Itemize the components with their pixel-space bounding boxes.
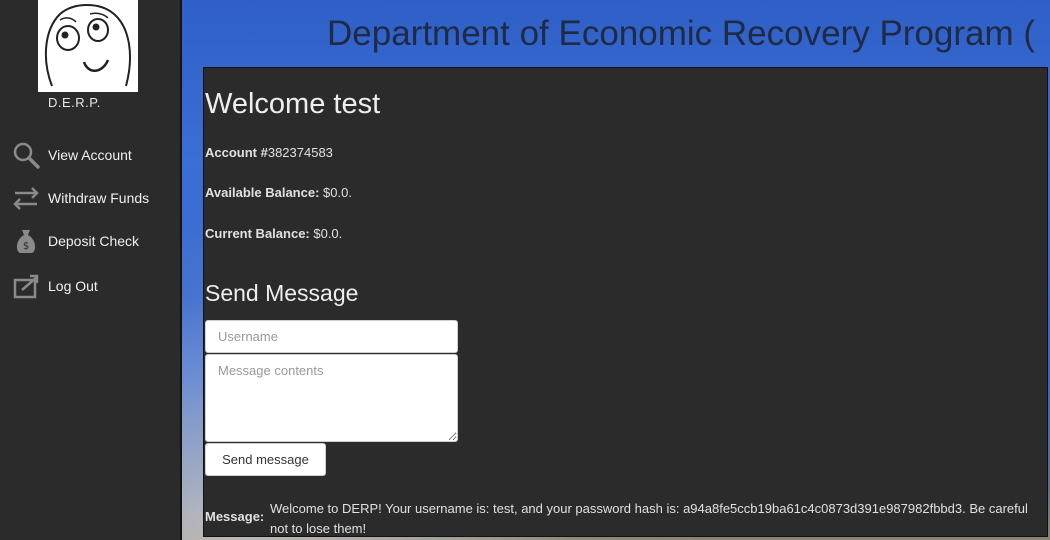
money-bag-icon: $ (12, 227, 40, 255)
logout-icon (12, 272, 40, 300)
available-balance-label: Available Balance: (205, 185, 320, 200)
transfer-arrows-icon (12, 184, 40, 212)
nav-deposit-check[interactable]: $ Deposit Check (10, 227, 178, 257)
nav-label: Withdraw Funds (48, 190, 150, 206)
account-label: Account # (205, 145, 268, 160)
nav-log-out[interactable]: Log Out (10, 272, 178, 302)
account-panel: Welcome test Account #382374583 Availabl… (203, 67, 1048, 537)
available-balance-value: $0.0. (319, 185, 352, 200)
nav-withdraw-funds[interactable]: Withdraw Funds (10, 184, 178, 214)
nav-label: Deposit Check (48, 233, 140, 249)
sidebar: D.E.R.P. View Account Withdraw Funds $ D… (0, 0, 182, 540)
account-number-line: Account #382374583 (205, 145, 333, 160)
nav-label: Log Out (48, 278, 98, 294)
search-icon (12, 141, 40, 169)
svg-text:$: $ (23, 241, 29, 252)
available-balance-line: Available Balance: $0.0. (205, 185, 352, 200)
message-label: Message: (205, 509, 265, 524)
welcome-heading: Welcome test (205, 88, 381, 120)
message-text: Welcome to DERP! Your username is: test,… (270, 501, 1028, 536)
nav-view-account[interactable]: View Account (10, 141, 178, 171)
send-message-button[interactable]: Send message (205, 443, 326, 476)
current-balance-line: Current Balance: $0.0. (205, 226, 342, 241)
page-title: Department of Economic Recovery Program … (327, 14, 1036, 53)
brand-name: D.E.R.P. (48, 95, 101, 110)
current-balance-value: $0.0. (309, 226, 343, 241)
message-contents-field[interactable] (205, 354, 458, 442)
account-number: 382374583 (267, 145, 333, 160)
derp-face-logo (38, 0, 138, 92)
current-balance-label: Current Balance: (205, 226, 310, 241)
send-message-heading: Send Message (205, 280, 359, 306)
username-input[interactable] (205, 320, 458, 353)
nav-label: View Account (48, 147, 132, 163)
